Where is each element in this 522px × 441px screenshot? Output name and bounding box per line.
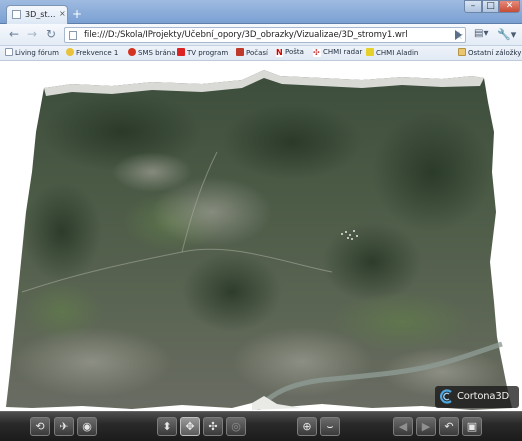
bookmark-posta[interactable]: N Pošta: [276, 48, 304, 59]
url-text[interactable]: file:///D:/Skola/IProjekty/Učební_opory/…: [84, 30, 408, 40]
n-logo-icon: N: [276, 48, 283, 57]
bookmarks-bar: Living fórum Frekvence 1 SMS brána TV pr…: [0, 46, 522, 61]
undo-button[interactable]: ↶: [439, 417, 459, 436]
radio-icon: [66, 48, 74, 56]
page-icon: [69, 31, 77, 40]
fit-button[interactable]: ▣: [462, 417, 482, 436]
bookmark-sms-brana[interactable]: SMS brána: [128, 48, 176, 59]
hill-shade: [322, 222, 422, 302]
roll-icon: ◎: [231, 420, 241, 433]
tab-close-icon[interactable]: ×: [59, 9, 66, 18]
other-bookmarks-folder[interactable]: Ostatní záložky: [458, 48, 521, 59]
hill-shade: [182, 252, 282, 332]
aladin-icon: [366, 48, 374, 56]
new-tab-button[interactable]: +: [70, 8, 84, 21]
browser-window: 3D_st… × + – □ ✕ ← → ↻ file:///D:/Skola/…: [0, 0, 522, 441]
goto-icon: ⊕: [302, 420, 312, 433]
roll-button[interactable]: ◎: [226, 417, 246, 436]
wrench-menu-button[interactable]: 🔧▾: [497, 28, 519, 42]
study-icon: ◉: [82, 420, 92, 433]
logo-text: Cortona3D: [457, 391, 509, 402]
chmi-icon: ✣: [313, 48, 321, 57]
minimize-button[interactable]: –: [464, 0, 482, 13]
pan-icon: ✥: [185, 420, 195, 433]
prev-view-button[interactable]: ◀: [393, 417, 413, 436]
page-menu-button[interactable]: ▤▾: [474, 28, 494, 42]
walk-button[interactable]: ⬍: [157, 417, 177, 436]
urban-area: [112, 152, 192, 192]
next-view-icon: ▶: [421, 420, 431, 433]
hill-shade: [22, 182, 102, 282]
tab-strip: 3D_st… × + – □ ✕: [0, 0, 522, 24]
cortona-mark-icon: [440, 389, 452, 404]
browser-toolbar: ← → ↻ file:///D:/Skola/IProjekty/Učební_…: [0, 24, 522, 46]
prev-view-icon: ◀: [398, 420, 408, 433]
folder-icon: [458, 48, 466, 56]
cortona3d-logo: Cortona3D: [435, 386, 519, 408]
bookmark-tv-program[interactable]: TV program: [177, 48, 228, 59]
fly-button[interactable]: ✈: [54, 417, 74, 436]
align-icon: ⌣: [326, 420, 334, 433]
turn-icon: ✣: [208, 420, 218, 433]
tab-title: 3D_st…: [25, 10, 55, 19]
fly-icon: ✈: [59, 420, 69, 433]
align-button[interactable]: ⌣: [320, 417, 340, 436]
bookmark-chmi-aladin[interactable]: CHMI Aladin: [366, 48, 418, 59]
study-button[interactable]: ◉: [77, 417, 97, 436]
forward-button[interactable]: →: [25, 28, 39, 42]
weather-icon: [236, 48, 244, 56]
goto-button[interactable]: ⊕: [297, 417, 317, 436]
next-view-button[interactable]: ▶: [416, 417, 436, 436]
bookmark-pocasi[interactable]: Počasí: [236, 48, 268, 59]
close-window-button[interactable]: ✕: [499, 0, 520, 13]
page-icon: [5, 48, 13, 56]
pan-button[interactable]: ✥: [180, 417, 200, 436]
reload-button[interactable]: ↻: [44, 28, 58, 42]
bookmark-chmi-radar[interactable]: ✣ CHMI radar: [313, 48, 362, 59]
undo-icon: ↶: [444, 420, 454, 433]
vrml-3d-viewport[interactable]: Cortona3D: [2, 62, 520, 410]
fit-icon: ▣: [466, 420, 478, 433]
maximize-button[interactable]: □: [482, 0, 499, 13]
turn-button[interactable]: ✣: [203, 417, 223, 436]
back-button[interactable]: ←: [7, 28, 21, 42]
tv-icon: [177, 48, 185, 56]
hill-shade: [372, 112, 492, 232]
bookmark-frekvence-1[interactable]: Frekvence 1: [66, 48, 118, 59]
vodafone-icon: [128, 48, 136, 56]
play-icon[interactable]: [455, 30, 462, 40]
urban-area: [12, 327, 172, 397]
tab-3d-stromy[interactable]: 3D_st… ×: [6, 5, 68, 24]
restore-view-button[interactable]: ⟲: [30, 417, 50, 436]
restore-view-icon: ⟲: [35, 420, 45, 433]
page-icon: [12, 10, 21, 19]
bookmark-living-forum[interactable]: Living fórum: [5, 48, 59, 59]
hill-shade: [222, 104, 362, 180]
walk-icon: ⬍: [162, 420, 172, 433]
urban-area: [232, 327, 372, 397]
terrain-scene[interactable]: [2, 62, 520, 410]
cortona-navigation-bar: ⟲ ✈ ◉ ⬍ ✥ ✣ ◎ ⊕ ⌣ ◀ ▶ ↶ ▣: [0, 411, 522, 441]
address-bar[interactable]: file:///D:/Skola/IProjekty/Učební_opory/…: [64, 27, 466, 43]
